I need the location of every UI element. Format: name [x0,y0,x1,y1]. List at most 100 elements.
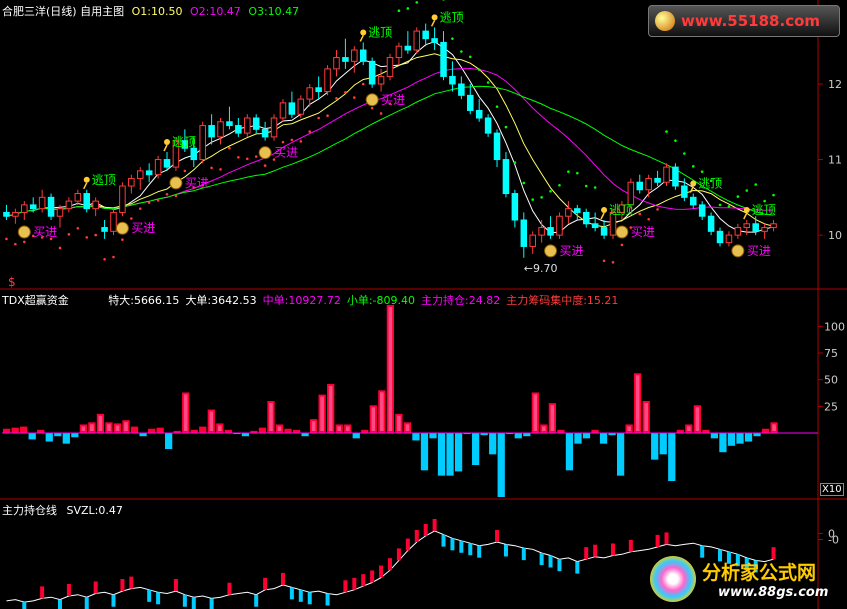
candle-body [315,87,322,93]
watermark-top: www.55188.com [648,5,840,37]
hold-bar [40,586,45,599]
sar-dot [460,50,463,53]
candle-body [12,211,19,217]
fund-bar [719,433,727,453]
sar-dot [361,82,365,86]
candle-body [707,215,715,232]
buy-label: 买进 [747,244,771,258]
sar-dot [147,201,151,204]
candle-body [21,204,28,213]
candle-body [83,193,91,210]
fund-bar [616,433,625,476]
sar-dot [326,114,329,118]
fund-bar-core [81,426,86,431]
candle-body [270,117,278,138]
hold-stat: SVZL:0.47 [66,504,123,517]
hold-bar [84,597,89,609]
escape-label: 逃顶 [698,177,722,191]
sar-dot [558,183,561,187]
candle-body [235,125,242,134]
hold-bar [468,543,473,556]
hold-bar [664,532,669,545]
sar-dot [531,198,535,201]
candle-body [261,128,269,138]
sar-dot [620,243,624,247]
candle-body [627,181,635,206]
price-tick-label: 12 [828,78,842,91]
fund-stat-2: 中单:10927.72 [262,294,341,307]
fund-bar [147,428,156,433]
sar-dot [638,212,642,216]
price-tick-label: 10 [828,229,842,242]
sar-dot [593,186,597,189]
sar-dot [718,203,722,207]
sar-dot [219,168,222,171]
hold-bar [289,587,294,600]
buy-label: 买进 [381,93,405,107]
sar-dot [442,0,445,1]
fund-bar [45,433,53,442]
hold-bar [280,572,285,585]
runner-icon [601,207,608,213]
hold-bar [173,579,178,592]
hold-bar [93,581,98,594]
candle-body [467,94,474,111]
hold-bar [414,529,419,542]
dollar-marker: $ [8,275,16,289]
candle-body [386,57,394,77]
hold-bar [209,598,214,609]
sar-dot [674,139,677,142]
candle-body [502,159,510,195]
sar-dot [228,146,231,150]
hold-bar [307,592,312,605]
sar-dot [379,112,383,115]
candle-body [217,121,224,138]
runner-leg [359,35,364,42]
fund-bar-core [183,394,188,431]
candle-body [145,170,153,176]
candle-body [574,208,581,213]
hold-bar [147,589,152,602]
sar-dot [540,196,543,199]
hold-bar [343,580,348,593]
fund-bar [599,433,608,444]
price-panel[interactable]: 买进逃顶买进逃顶买进买进逃顶买进逃顶买进逃顶买进逃顶逃顶买进←9.70 [3,0,777,275]
hold-bar [66,583,71,596]
sar-dot [85,236,89,239]
fund-bar [446,433,454,476]
fund-bar [582,433,591,439]
fund-tick-label: 25 [824,400,838,413]
candle-body [529,234,536,247]
hold-bar [521,548,526,561]
candle-body [636,181,644,191]
candle-body [29,204,37,210]
fund-bar-core [380,392,384,431]
sar-dot [76,227,80,230]
buy-label: 买进 [131,221,155,235]
fund-stat-4: 主力持仓:24.82 [421,294,501,307]
runner-leg [163,144,168,152]
globe-icon [655,11,675,31]
money-bag-icon [615,225,629,239]
sar-dot [308,130,312,133]
fund-panel[interactable] [2,305,818,497]
fund-bar [11,427,19,433]
candle-body [484,117,492,134]
fund-bar-core [209,411,214,431]
hold-bar [263,577,268,590]
fund-bar [489,433,497,455]
hold-bar [423,523,428,536]
fund-bar-core [115,425,120,431]
candle-body [74,193,82,202]
hold-bar [548,555,553,568]
candle-body [128,177,135,187]
money-bag-icon [731,244,745,258]
runner-leg [430,19,436,27]
hold-bar [405,538,410,551]
hold-bar [129,576,134,589]
sar-dot [727,205,731,208]
hold-bar [370,570,375,583]
runner-leg [600,212,605,220]
fund-bar [429,433,437,439]
o1-value: O1:10.50 [131,5,183,18]
